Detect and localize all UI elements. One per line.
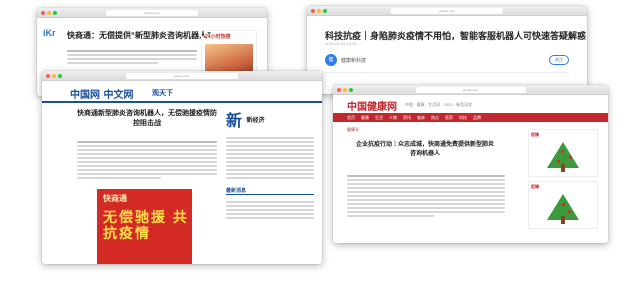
tree-icon bbox=[531, 192, 595, 226]
article-body bbox=[347, 173, 505, 219]
address-bar[interactable]: gaoqie.com bbox=[106, 10, 198, 16]
zoom-icon[interactable] bbox=[58, 74, 62, 78]
nav-item[interactable]: 临床 bbox=[417, 113, 425, 122]
main-nav: 首页 健康 生活 人物 资讯 临床 热点 医药 科技 品牌 bbox=[333, 113, 608, 122]
article-body bbox=[77, 139, 217, 181]
browser-window-article-2: gaoqie.com 科技抗疫｜身陷肺炎疫情不用怕，智能客服机器人可快速答疑解惑… bbox=[307, 6, 587, 94]
article-body bbox=[67, 48, 197, 66]
zoom-icon[interactable] bbox=[349, 88, 353, 92]
article-title: 企业抗疫行动｜众志成城，快商通免费提供新型肺炎咨询机器人 bbox=[355, 142, 494, 157]
minimize-icon[interactable] bbox=[47, 11, 51, 15]
zoom-icon[interactable] bbox=[323, 9, 327, 13]
window-controls[interactable] bbox=[311, 9, 327, 13]
close-icon[interactable] bbox=[41, 11, 45, 15]
nav-item[interactable]: 生活 bbox=[375, 113, 383, 122]
publish-date: 2020-02-05 13:25 bbox=[325, 41, 357, 46]
campaign-poster: 快商通 无偿驰援 共抗疫情 bbox=[97, 189, 192, 264]
address-bar[interactable]: gaoqie.com bbox=[391, 8, 503, 14]
browser-window-article-3: gaoqie.com 中国网 中文网 观天下 快商通新型肺炎咨询机器人，无偿驰援… bbox=[42, 71, 322, 264]
zoom-icon[interactable] bbox=[53, 11, 57, 15]
close-icon[interactable] bbox=[337, 88, 341, 92]
browser-window-article-4: gaoqie.com 中国健康网 中国 · 健康 · 生活网 · 2020 · … bbox=[333, 85, 608, 243]
close-icon[interactable] bbox=[311, 9, 315, 13]
title-bar: gaoqie.com bbox=[307, 6, 587, 16]
title-bar: gaoqie.com bbox=[37, 8, 267, 18]
follow-button[interactable]: 关注 bbox=[549, 55, 569, 65]
sidebar: 新 新经济 最新消息 bbox=[226, 107, 314, 221]
sidebar: 疫情 疫情 bbox=[528, 129, 598, 233]
nav-item[interactable]: 首页 bbox=[347, 113, 355, 122]
site-tagline: 中国 · 健康 · 生活网 · 2020 · 新型冠状 bbox=[405, 102, 473, 107]
sidebar-heading: 最新消息 bbox=[226, 187, 314, 195]
side-logo[interactable]: 新 bbox=[226, 107, 242, 131]
nav-item[interactable]: 品牌 bbox=[473, 113, 481, 122]
address-bar[interactable]: gaoqie.com bbox=[415, 87, 526, 93]
nav-item[interactable]: 资讯 bbox=[403, 113, 411, 122]
nav-item[interactable]: 科技 bbox=[459, 113, 467, 122]
title-bar: gaoqie.com bbox=[333, 85, 608, 95]
title-bar: gaoqie.com bbox=[42, 71, 322, 81]
minimize-icon[interactable] bbox=[343, 88, 347, 92]
minimize-icon[interactable] bbox=[317, 9, 321, 13]
source-avatar[interactable]: 健 bbox=[325, 54, 337, 66]
source-info: 健 健康新科技 bbox=[325, 54, 366, 66]
nav-item[interactable]: 人物 bbox=[389, 113, 397, 122]
minimize-icon[interactable] bbox=[52, 74, 56, 78]
side-brand[interactable]: 新经济 bbox=[246, 115, 264, 124]
article-title: 科技抗疫｜身陷肺炎疫情不用怕，智能客服机器人可快速答疑解惑 bbox=[325, 31, 587, 41]
site-header: 中国网 中文网 观天下 bbox=[42, 81, 322, 103]
tree-icon bbox=[531, 140, 595, 174]
window-controls[interactable] bbox=[337, 88, 353, 92]
poster-brand: 快商通 bbox=[103, 194, 127, 203]
ad-heading: 24小时热搜 bbox=[205, 34, 231, 40]
divider bbox=[325, 72, 569, 73]
sidebar-links[interactable] bbox=[226, 137, 314, 179]
close-icon[interactable] bbox=[46, 74, 50, 78]
sidebar-card[interactable]: 疫情 bbox=[528, 129, 598, 177]
breadcrumb[interactable]: 健康号 bbox=[347, 127, 359, 133]
card-heading: 疫情 bbox=[531, 184, 539, 189]
site-logo[interactable]: 中国健康网 bbox=[347, 98, 397, 113]
card-heading: 疫情 bbox=[531, 132, 539, 137]
nav-item[interactable]: 医药 bbox=[445, 113, 453, 122]
address-bar[interactable]: gaoqie.com bbox=[126, 73, 238, 79]
section-title[interactable]: 观天下 bbox=[152, 88, 173, 98]
window-controls[interactable] bbox=[46, 74, 62, 78]
sidebar-card[interactable]: 疫情 bbox=[528, 181, 598, 229]
site-logo[interactable]: 中国网 中文网 bbox=[70, 86, 133, 101]
article-title: 快商通新型肺炎咨询机器人，无偿驰援疫情防控阻击战 bbox=[77, 110, 217, 127]
nav-item[interactable]: 健康 bbox=[361, 113, 369, 122]
site-logo[interactable]: iKr bbox=[43, 28, 56, 38]
source-name[interactable]: 健康新科技 bbox=[341, 57, 366, 64]
site-header: 中国健康网 中国 · 健康 · 生活网 · 2020 · 新型冠状 bbox=[333, 95, 608, 113]
window-controls[interactable] bbox=[41, 11, 57, 15]
article-title: 快商通：无偿提供“新型肺炎咨询机器人” bbox=[67, 31, 211, 40]
poster-slogan: 无偿驰援 共抗疫情 bbox=[103, 209, 189, 241]
nav-item[interactable]: 热点 bbox=[431, 113, 439, 122]
sidebar-news[interactable] bbox=[226, 201, 314, 219]
